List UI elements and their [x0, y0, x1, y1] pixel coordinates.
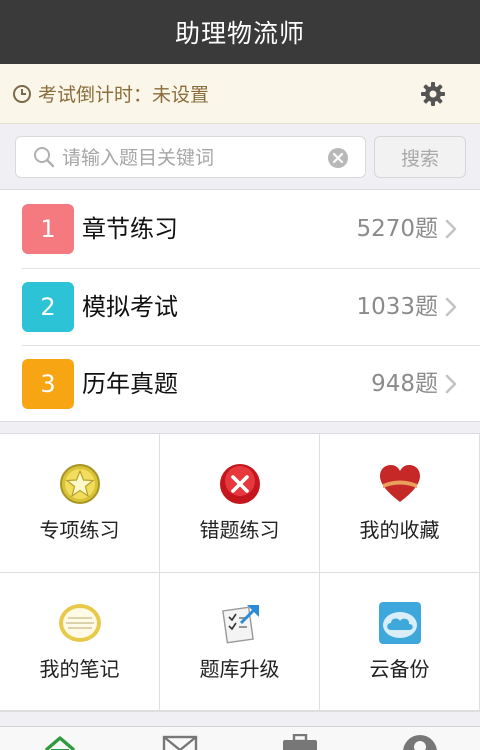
feature-special-practice[interactable]: 专项练习 — [0, 434, 160, 573]
notepad-icon — [59, 604, 101, 642]
feature-label: 专项练习 — [39, 518, 120, 542]
feature-label: 云备份 — [369, 657, 430, 681]
list-item-chapter-practice[interactable]: 1 章节练习 5270题 — [0, 190, 480, 268]
search-bar: 搜索 — [0, 124, 480, 190]
chevron-right-icon — [445, 297, 457, 317]
star-badge-icon — [60, 464, 100, 504]
section-count: 1033题 — [356, 294, 438, 320]
feature-label: 题库升级 — [199, 657, 280, 681]
app-title-bar: 助理物流师 — [0, 0, 480, 64]
search-box — [15, 136, 366, 178]
section-number-badge: 2 — [22, 282, 74, 332]
page-title: 助理物流师 — [174, 19, 305, 48]
feature-cloud-backup[interactable]: 云备份 — [320, 573, 480, 712]
red-x-icon — [220, 464, 260, 504]
cloud-icon — [379, 602, 421, 644]
feature-label: 错题练习 — [199, 518, 280, 542]
list-item-mock-exam[interactable]: 2 模拟考试 1033题 — [0, 268, 480, 346]
section-count: 948题 — [371, 371, 438, 397]
bottom-tab-bar — [0, 726, 480, 750]
gear-icon[interactable] — [420, 81, 446, 107]
countdown-text: 考试倒计时：未设置 — [38, 84, 210, 106]
question-bank-list: 1 章节练习 5270题 2 模拟考试 1033题 3 历年真题 948题 — [0, 190, 480, 422]
feature-bank-upgrade[interactable]: 题库升级 — [160, 573, 320, 712]
feature-favorites[interactable]: 我的收藏 — [320, 434, 480, 573]
section-label: 章节练习 — [82, 215, 178, 243]
chevron-right-icon — [445, 219, 457, 239]
home-icon[interactable] — [42, 734, 78, 750]
list-item-past-exams[interactable]: 3 历年真题 948题 — [0, 345, 480, 423]
feature-notes[interactable]: 我的笔记 — [0, 573, 160, 712]
search-icon — [34, 147, 55, 168]
checklist-icon — [222, 605, 259, 644]
clear-icon[interactable] — [327, 147, 349, 169]
feature-wrong-questions[interactable]: 错题练习 — [160, 434, 320, 573]
section-count: 5270题 — [356, 216, 438, 242]
clock-icon — [13, 84, 31, 103]
mail-icon[interactable] — [162, 734, 198, 750]
user-icon[interactable] — [402, 734, 438, 750]
feature-grid: 专项练习 错题练习 我的收藏 我的笔记 题库升级 云备份 — [0, 433, 480, 712]
section-label: 历年真题 — [82, 370, 178, 398]
section-number-badge: 3 — [22, 359, 74, 409]
search-input[interactable] — [62, 143, 322, 173]
search-button[interactable]: 搜索 — [374, 136, 466, 178]
feature-label: 我的笔记 — [39, 657, 120, 681]
chevron-right-icon — [445, 374, 457, 394]
section-label: 模拟考试 — [82, 293, 178, 321]
section-number-badge: 1 — [22, 204, 74, 254]
exam-countdown-banner[interactable]: 考试倒计时：未设置 — [0, 64, 480, 124]
briefcase-icon[interactable] — [282, 734, 318, 750]
heart-icon — [380, 465, 420, 502]
feature-label: 我的收藏 — [359, 518, 440, 542]
